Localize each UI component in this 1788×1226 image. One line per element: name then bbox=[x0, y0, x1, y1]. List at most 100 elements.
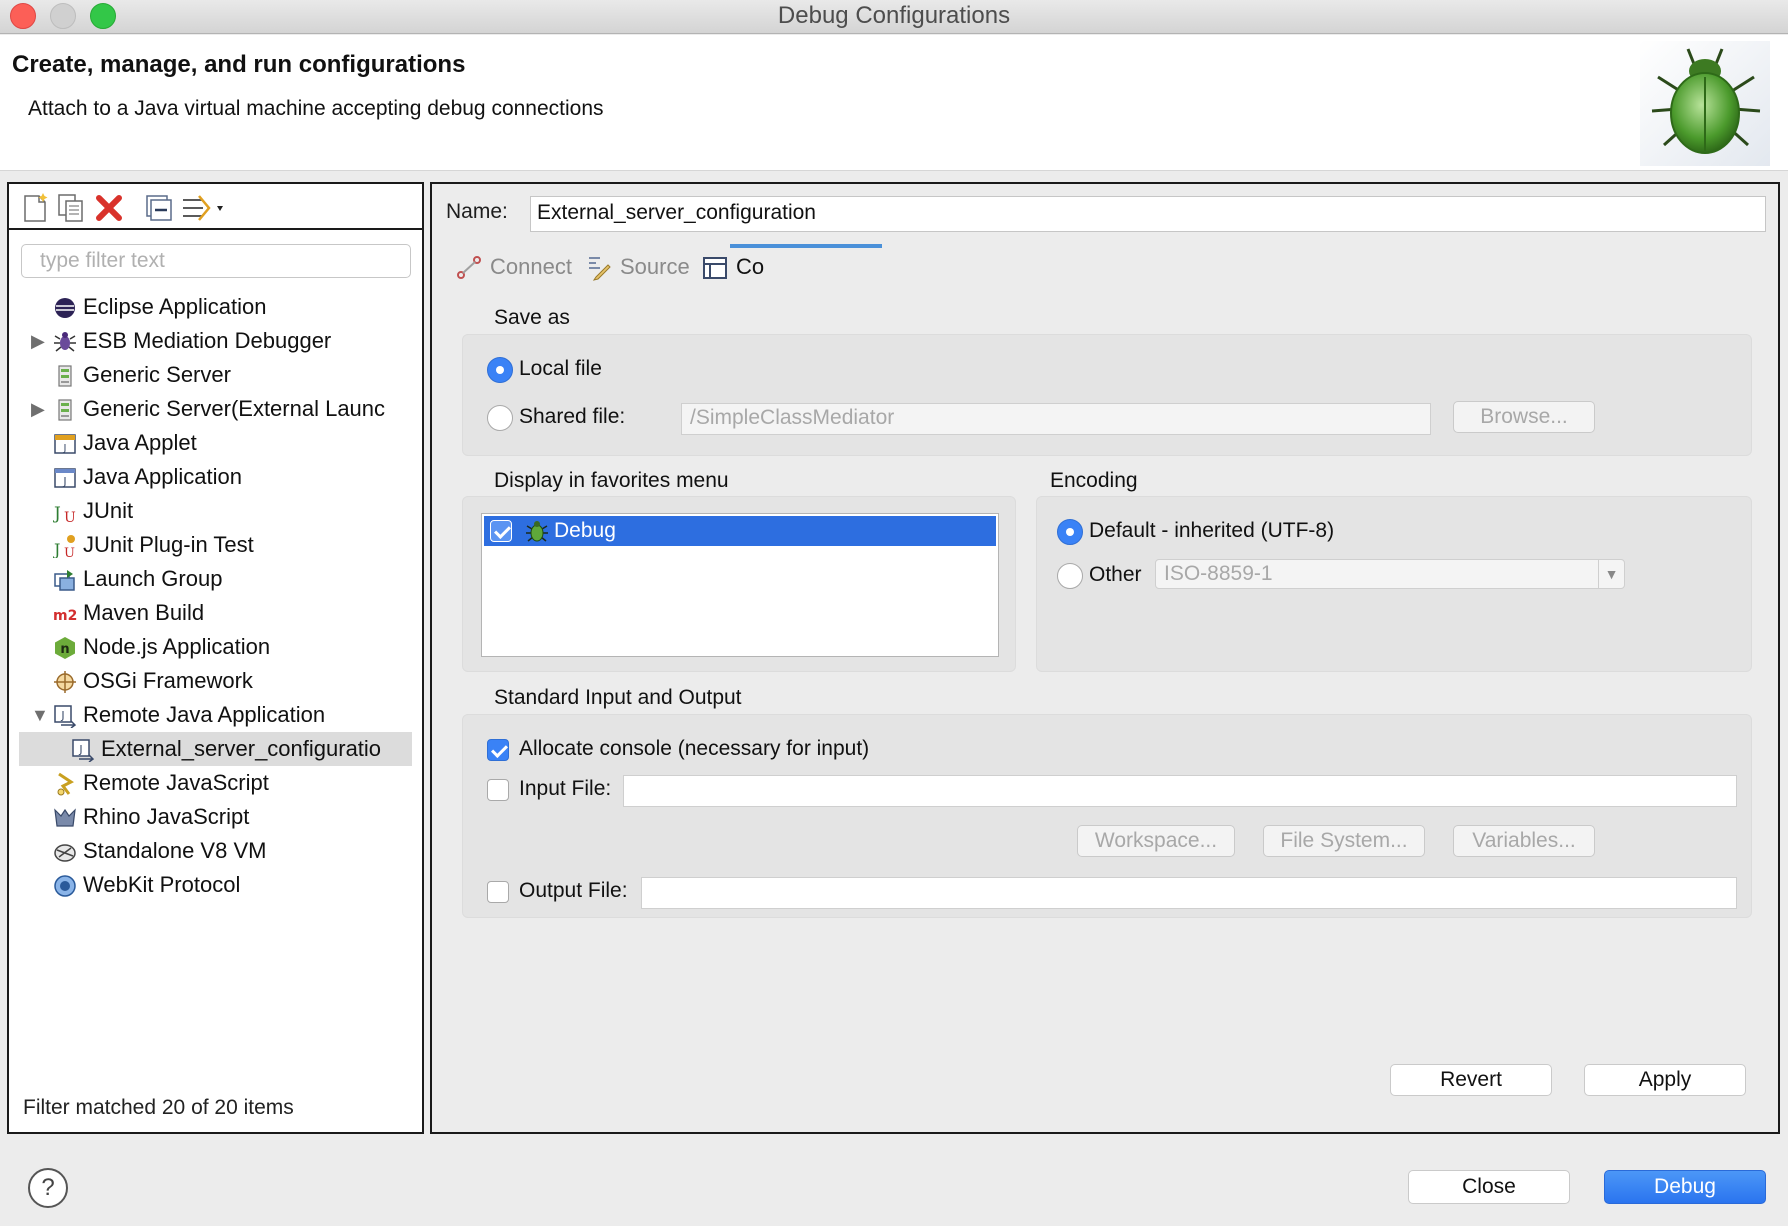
tree-toolbar bbox=[9, 184, 422, 230]
std-io-group: Allocate console (necessary for input) I… bbox=[462, 714, 1752, 918]
tree-item[interactable]: ▼ J Remote Java Application bbox=[9, 698, 422, 732]
output-file-label: Output File: bbox=[519, 879, 628, 902]
server-icon bbox=[58, 365, 72, 387]
v8-icon bbox=[54, 844, 76, 862]
browse-button[interactable]: Browse... bbox=[1453, 401, 1595, 433]
tree-item[interactable]: n Node.js Application bbox=[9, 630, 422, 664]
tree-item[interactable]: Standalone V8 VM bbox=[9, 834, 422, 868]
tree-item[interactable]: J U JUnit bbox=[9, 494, 422, 528]
favorites-item-debug[interactable]: Debug bbox=[484, 516, 996, 546]
tab-connect-label: Connect bbox=[490, 254, 572, 279]
tree-item[interactable]: Eclipse Application bbox=[9, 290, 422, 324]
svg-text:m2: m2 bbox=[53, 608, 77, 624]
tree-item-label: Launch Group bbox=[83, 566, 223, 591]
input-file-checkbox[interactable] bbox=[487, 779, 509, 801]
tree-item[interactable]: Generic Server bbox=[9, 358, 422, 392]
output-file-checkbox[interactable] bbox=[487, 881, 509, 903]
encoding-group: Default - inherited (UTF-8) Other ISO-88… bbox=[1036, 496, 1752, 672]
variables-button[interactable]: Variables... bbox=[1453, 825, 1595, 857]
eclipse-icon bbox=[55, 298, 75, 318]
shared-file-radio[interactable] bbox=[487, 405, 513, 431]
revert-button[interactable]: Revert bbox=[1390, 1064, 1552, 1096]
tree-item-label: OSGi Framework bbox=[83, 668, 253, 693]
tree-item-label: Java Applet bbox=[83, 430, 197, 455]
tree-item-label: WebKit Protocol bbox=[83, 872, 241, 897]
duplicate-icon[interactable] bbox=[55, 192, 87, 224]
tree-item[interactable]: Rhino JavaScript bbox=[9, 800, 422, 834]
tree-item-label: Maven Build bbox=[83, 600, 205, 625]
tree-item-label: Generic Server(External Launc bbox=[83, 396, 386, 421]
tree-item-label: JUnit bbox=[83, 498, 134, 523]
filter-icon[interactable] bbox=[179, 192, 227, 224]
apply-button[interactable]: Apply bbox=[1584, 1064, 1746, 1096]
tree-item[interactable]: J U JUnit Plug-in Test bbox=[9, 528, 422, 562]
debug-button[interactable]: Debug bbox=[1604, 1170, 1766, 1204]
active-tab-indicator bbox=[730, 244, 882, 248]
output-file-input[interactable] bbox=[641, 877, 1737, 909]
local-file-radio[interactable] bbox=[487, 357, 513, 383]
tree-item[interactable]: m2 Maven Build bbox=[9, 596, 422, 630]
tree-item[interactable]: J Java Application bbox=[9, 460, 422, 494]
tab-source[interactable]: Source bbox=[586, 244, 690, 288]
osgi-icon bbox=[54, 671, 76, 693]
chevron-down-icon[interactable]: ▼ bbox=[31, 698, 49, 732]
tree-item-label: Remote JavaScript bbox=[83, 770, 269, 795]
tree-item-label: Eclipse Application bbox=[83, 294, 267, 319]
remote-java-icon: J bbox=[72, 739, 95, 762]
config-name-input[interactable]: External_server_configuration bbox=[530, 196, 1766, 232]
header-title: Create, manage, and run configurations bbox=[12, 51, 466, 78]
encoding-default-radio[interactable] bbox=[1057, 519, 1083, 545]
file-system-button[interactable]: File System... bbox=[1263, 825, 1425, 857]
tree-item[interactable]: ▶ Generic Server(External Launc bbox=[9, 392, 422, 426]
rhino-icon bbox=[54, 808, 76, 827]
input-file-label: Input File: bbox=[519, 777, 612, 800]
bug-icon bbox=[54, 332, 76, 352]
encoding-other-radio[interactable] bbox=[1057, 563, 1083, 589]
debug-bug-icon bbox=[526, 521, 548, 542]
local-file-label: Local file bbox=[519, 357, 602, 380]
favorites-group: Debug bbox=[462, 496, 1016, 672]
shared-file-label: Shared file: bbox=[519, 405, 626, 428]
tab-connect[interactable]: Connect bbox=[456, 244, 572, 288]
favorites-list: Debug bbox=[481, 513, 999, 657]
tree-item[interactable]: J External_server_configuratio bbox=[19, 732, 412, 766]
tab-common[interactable]: Co bbox=[702, 244, 764, 288]
new-config-icon[interactable] bbox=[19, 192, 51, 224]
favorites-debug-checkbox[interactable] bbox=[490, 520, 512, 542]
launch-group-icon bbox=[54, 570, 75, 591]
collapse-all-icon[interactable] bbox=[143, 192, 175, 224]
tree-item[interactable]: WebKit Protocol bbox=[9, 868, 422, 902]
connect-icon bbox=[457, 256, 481, 280]
chevron-right-icon[interactable]: ▶ bbox=[31, 324, 49, 358]
remote-js-icon bbox=[57, 772, 74, 796]
common-icon bbox=[703, 257, 727, 280]
junit-icon: JU bbox=[53, 504, 76, 524]
encoding-default-label: Default - inherited (UTF-8) bbox=[1089, 519, 1335, 542]
tree-item-label: Java Application bbox=[83, 464, 242, 489]
encoding-other-select[interactable]: ISO-8859-1 ▼ bbox=[1155, 559, 1625, 589]
chevron-right-icon[interactable]: ▶ bbox=[31, 392, 49, 426]
input-file-input[interactable] bbox=[623, 775, 1737, 807]
chevron-down-icon: ▼ bbox=[1598, 560, 1624, 588]
name-label: Name: bbox=[446, 200, 508, 223]
tree-item[interactable]: Launch Group bbox=[9, 562, 422, 596]
delete-icon[interactable] bbox=[93, 192, 125, 224]
tree-item[interactable]: J Java Applet bbox=[9, 426, 422, 460]
tree-item-label: Standalone V8 VM bbox=[83, 838, 267, 863]
tree-item[interactable]: ▶ ESB Mediation Debugger bbox=[9, 324, 422, 358]
tree-item-label: Remote Java Application bbox=[83, 702, 326, 727]
allocate-console-checkbox[interactable] bbox=[487, 739, 509, 761]
svg-text:J: J bbox=[62, 475, 66, 488]
config-tabs: Connect Source Co bbox=[456, 244, 1056, 288]
workspace-button[interactable]: Workspace... bbox=[1077, 825, 1235, 857]
shared-file-input[interactable]: /SimpleClassMediator bbox=[681, 403, 1431, 435]
config-type-tree: Eclipse Application ▶ ESB Mediation Debugg… bbox=[9, 290, 422, 902]
close-button[interactable]: Close bbox=[1408, 1170, 1570, 1204]
tree-item[interactable]: OSGi Framework bbox=[9, 664, 422, 698]
tree-item[interactable]: Remote JavaScript bbox=[9, 766, 422, 800]
std-io-label: Standard Input and Output bbox=[494, 686, 742, 709]
help-icon[interactable]: ? bbox=[28, 1168, 68, 1208]
svg-text:U: U bbox=[64, 510, 76, 524]
filter-input[interactable]: type filter text bbox=[21, 244, 411, 278]
applet-icon: J bbox=[54, 434, 76, 454]
